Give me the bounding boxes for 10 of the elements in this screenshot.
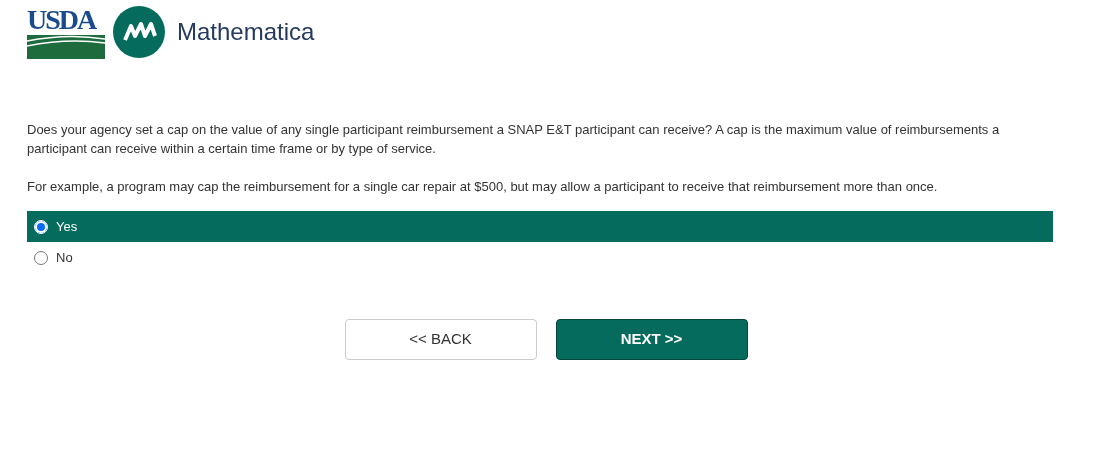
radio-icon — [34, 250, 48, 265]
mathematica-logo-icon — [113, 6, 165, 58]
usda-logo: USDA — [27, 5, 105, 59]
question-text: For example, a program may cap the reimbursement for a single car repair at $500, but may allow a participant to receive that reimbursement more than once. — [27, 178, 939, 196]
radio-icon — [34, 219, 48, 234]
radio-option[interactable]: Yes — [27, 211, 1053, 242]
next-button[interactable]: NEXT >> — [555, 319, 748, 360]
back-button[interactable]: << BACK — [344, 319, 537, 360]
mathematica-logo-text: Mathematica — [177, 17, 315, 47]
question-text: Does your agency set a cap on the value of any single participant reimbursement a SNAP E&T participant can receive? A cap is the maximum value of reimbursements a participant can receive within a certain time frame or by type of service. — [27, 121, 1001, 158]
